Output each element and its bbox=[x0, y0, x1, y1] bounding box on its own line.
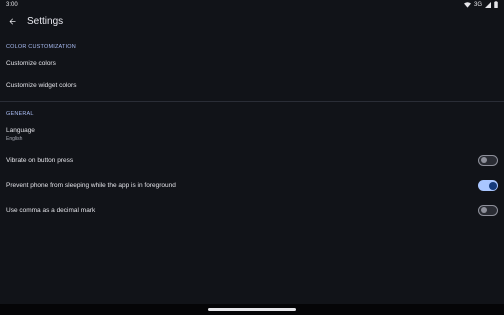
home-gesture-handle[interactable] bbox=[208, 308, 296, 311]
section-header-general: GENERAL bbox=[6, 111, 34, 117]
customize-colors-label: Customize colors bbox=[6, 60, 56, 67]
navigation-bar bbox=[0, 304, 504, 315]
vibrate-label: Vibrate on button press bbox=[6, 157, 74, 164]
vibrate-toggle[interactable] bbox=[478, 155, 498, 166]
settings-list: COLOR CUSTOMIZATION Customize colors Cus… bbox=[0, 41, 504, 223]
customize-colors-item[interactable]: Customize colors bbox=[0, 53, 504, 74]
prevent-sleep-setting[interactable]: Prevent phone from sleeping while the ap… bbox=[0, 173, 504, 198]
section-divider bbox=[0, 101, 504, 102]
back-button[interactable] bbox=[6, 15, 18, 27]
customize-widget-colors-label: Customize widget colors bbox=[6, 82, 77, 89]
customize-widget-colors-item[interactable]: Customize widget colors bbox=[0, 74, 504, 97]
signal-icon bbox=[485, 1, 491, 8]
prevent-sleep-label: Prevent phone from sleeping while the ap… bbox=[6, 182, 176, 189]
toggle-knob bbox=[488, 181, 497, 190]
status-bar: 3:00 3G bbox=[0, 0, 504, 9]
app-bar: Settings bbox=[0, 9, 504, 33]
language-label: Language bbox=[6, 126, 35, 134]
decimal-comma-label: Use comma as a decimal mark bbox=[6, 207, 96, 214]
wifi-icon bbox=[463, 1, 471, 8]
language-text: Language English bbox=[6, 127, 35, 142]
arrow-back-icon bbox=[9, 18, 15, 24]
vibrate-setting[interactable]: Vibrate on button press bbox=[0, 148, 504, 173]
decimal-comma-setting[interactable]: Use comma as a decimal mark bbox=[0, 198, 504, 223]
battery-icon bbox=[494, 1, 498, 8]
decimal-comma-toggle[interactable] bbox=[478, 205, 498, 216]
toggle-knob bbox=[481, 157, 487, 164]
section-header-color-customization: COLOR CUSTOMIZATION bbox=[6, 44, 76, 50]
network-type: 3G bbox=[473, 1, 482, 8]
language-value: English bbox=[6, 135, 23, 142]
status-time: 3:00 bbox=[6, 1, 18, 8]
status-icons: 3G bbox=[463, 1, 498, 8]
language-item[interactable]: Language English bbox=[0, 120, 504, 148]
prevent-sleep-toggle[interactable] bbox=[478, 180, 498, 191]
page-title: Settings bbox=[27, 15, 64, 27]
toggle-knob bbox=[481, 207, 487, 214]
